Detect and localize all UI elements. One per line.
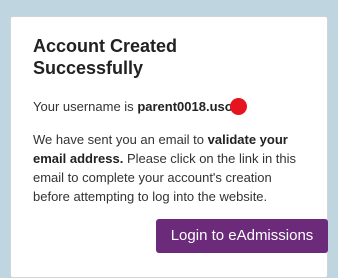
message-part-1: We have sent you an email to [33,132,208,147]
username-value: parent0018.uso [137,99,233,114]
login-button[interactable]: Login to eAdmissions [156,219,328,253]
dialog-title-line-1: Account Created [33,36,178,56]
username-line: Your username is parent0018.uso [33,98,307,116]
dialog-title: Account Created Successfully [33,35,307,79]
username-prefix: Your username is [33,99,138,114]
email-validation-message: We have sent you an email to validate yo… [33,130,309,206]
dialog-title-line-2: Successfully [33,58,144,78]
redaction-mark [229,98,247,115]
